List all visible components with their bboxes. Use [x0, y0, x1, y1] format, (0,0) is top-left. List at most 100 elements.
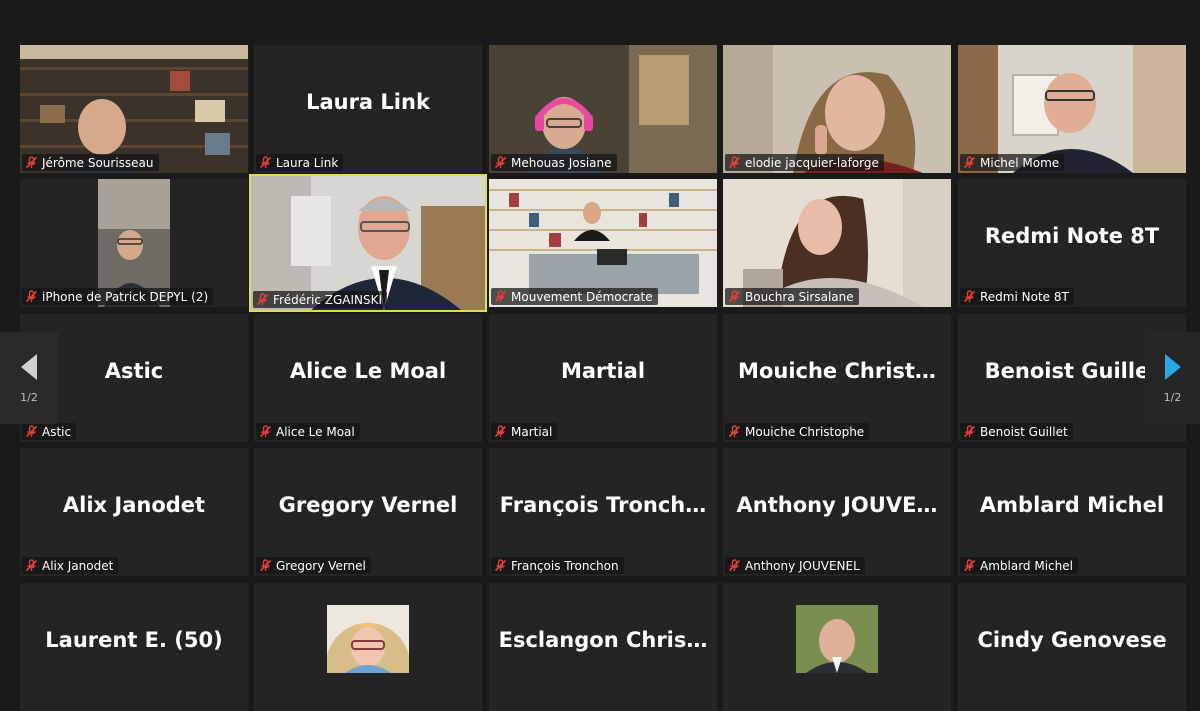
participant-tile[interactable] [254, 583, 482, 711]
participant-name: iPhone de Patrick DEPYL (2) [42, 289, 209, 304]
participant-video [251, 176, 485, 310]
muted-mic-icon [25, 425, 38, 438]
participant-tile[interactable]: Redmi Note 8T Redmi Note 8T [958, 179, 1186, 307]
participant-display-name: Amblard Michel [979, 493, 1165, 517]
participant-name-label: Benoist Guillet [960, 423, 1073, 440]
participant-name: Benoist Guillet [980, 424, 1068, 439]
participant-name: Alix Janodet [42, 558, 114, 573]
page-indicator-left: 1/2 [20, 390, 38, 404]
participant-display-name: Esclangon Chris… [498, 628, 708, 652]
participant-name-label: Mehouas Josiane [491, 154, 617, 171]
chevron-left-icon [21, 353, 37, 380]
participant-name-label: François Tronchon [491, 557, 624, 574]
participant-display-name: Gregory Vernel [278, 493, 458, 517]
participant-name: Redmi Note 8T [980, 289, 1069, 304]
participant-tile[interactable]: Alix Janodet Alix Janodet [20, 448, 248, 576]
participant-name: Alice Le Moal [276, 424, 355, 439]
participant-name: Mouiche Christophe [745, 424, 865, 439]
muted-mic-icon [728, 425, 741, 438]
participant-name-label: Anthony JOUVENEL [725, 557, 865, 574]
participant-tile[interactable] [723, 583, 951, 711]
participant-name: Amblard Michel [980, 558, 1073, 573]
previous-page-button[interactable]: 1/2 [0, 332, 58, 424]
participant-tile[interactable]: Amblard Michel Amblard Michel [958, 448, 1186, 576]
participant-name: Gregory Vernel [276, 558, 366, 573]
participant-name: elodie jacquier-laforge [745, 155, 879, 170]
participant-name-label: Jérôme Sourisseau [22, 154, 159, 171]
participant-name-label: Redmi Note 8T [960, 288, 1074, 305]
participant-tile[interactable]: Gregory Vernel Gregory Vernel [254, 448, 482, 576]
participant-display-name: François Tronch… [499, 493, 707, 517]
participant-name: Mehouas Josiane [511, 155, 612, 170]
muted-mic-icon [494, 156, 507, 169]
participant-name-label: Astic [22, 423, 77, 440]
participant-tile[interactable]: François Tronch… François Tronchon [489, 448, 717, 576]
participant-name-label: Mouiche Christophe [725, 423, 870, 440]
participant-tile[interactable]: Mouvement Démocrate [489, 179, 717, 307]
muted-mic-icon [494, 559, 507, 572]
participant-tile[interactable]: Laurent E. (50) [20, 583, 248, 711]
participant-tile[interactable]: elodie jacquier-laforge [723, 45, 951, 173]
participant-name-label: elodie jacquier-laforge [725, 154, 884, 171]
muted-mic-icon [728, 156, 741, 169]
participant-name-label: Gregory Vernel [256, 557, 371, 574]
muted-mic-icon [963, 559, 976, 572]
participant-name-label: Amblard Michel [960, 557, 1078, 574]
participant-name: Anthony JOUVENEL [745, 558, 860, 573]
participant-name: François Tronchon [511, 558, 619, 573]
participant-name-label: Alix Janodet [22, 557, 119, 574]
participant-name-label: Martial [491, 423, 558, 440]
participant-name: Michel Mome [980, 155, 1060, 170]
participant-display-name: Mouiche Christ… [738, 359, 936, 383]
participant-display-name: Laurent E. (50) [45, 628, 223, 652]
muted-mic-icon [728, 290, 741, 303]
participant-name: Laura Link [276, 155, 339, 170]
next-page-button[interactable]: 1/2 [1145, 332, 1200, 424]
chevron-right-icon [1164, 353, 1181, 380]
muted-mic-icon [963, 425, 976, 438]
participant-tile[interactable]: Bouchra Sirsalane [723, 179, 951, 307]
video-grid: Jérôme Sourisseau Laura Link Laura Link Meh… [0, 0, 1200, 711]
participant-tile[interactable]: Cindy Genovese [958, 583, 1186, 711]
page-indicator-right: 1/2 [1163, 390, 1182, 404]
participant-name-label: Mouvement Démocrate [491, 288, 658, 305]
participant-name-label: Laura Link [256, 154, 344, 171]
participant-tile[interactable]: Mehouas Josiane [489, 45, 717, 173]
participant-display-name: Laura Link [306, 90, 430, 114]
muted-mic-icon [259, 425, 272, 438]
muted-mic-icon [728, 559, 741, 572]
muted-mic-icon [25, 290, 38, 303]
participant-display-name: Cindy Genovese [977, 628, 1167, 652]
muted-mic-icon [25, 559, 38, 572]
muted-mic-icon [963, 290, 976, 303]
participant-tile[interactable]: Frédéric ZGAINSKI [249, 174, 487, 312]
muted-mic-icon [259, 156, 272, 169]
participant-tile[interactable]: Martial Martial [489, 314, 717, 442]
participant-display-name: Redmi Note 8T [984, 224, 1160, 248]
participant-tile[interactable]: Mouiche Christ… Mouiche Christophe [723, 314, 951, 442]
participant-tile[interactable]: Esclangon Chris… [489, 583, 717, 711]
muted-mic-icon [494, 290, 507, 303]
participant-name-label: Michel Mome [960, 154, 1065, 171]
participant-name: Jérôme Sourisseau [42, 155, 154, 170]
participant-display-name: Martial [560, 359, 646, 383]
avatar [796, 605, 878, 673]
avatar [327, 605, 409, 673]
participant-name-label: Alice Le Moal [256, 423, 360, 440]
muted-mic-icon [256, 293, 269, 306]
participant-tile[interactable]: Alice Le Moal Alice Le Moal [254, 314, 482, 442]
participant-name: Frédéric ZGAINSKI [273, 292, 383, 307]
participant-tile[interactable]: iPhone de Patrick DEPYL (2) [20, 179, 248, 307]
participant-tile[interactable]: Michel Mome [958, 45, 1186, 173]
participant-name-label: Frédéric ZGAINSKI [253, 291, 388, 308]
participant-name: Martial [511, 424, 553, 439]
participant-name-label: iPhone de Patrick DEPYL (2) [22, 288, 214, 305]
muted-mic-icon [259, 559, 272, 572]
participant-display-name: Anthony JOUVE… [736, 493, 938, 517]
participant-tile[interactable]: Laura Link Laura Link [254, 45, 482, 173]
participant-name: Mouvement Démocrate [511, 289, 653, 304]
participant-tile[interactable]: Anthony JOUVE… Anthony JOUVENEL [723, 448, 951, 576]
participant-tile[interactable]: Jérôme Sourisseau [20, 45, 248, 173]
participant-name-label: Bouchra Sirsalane [725, 288, 859, 305]
muted-mic-icon [963, 156, 976, 169]
